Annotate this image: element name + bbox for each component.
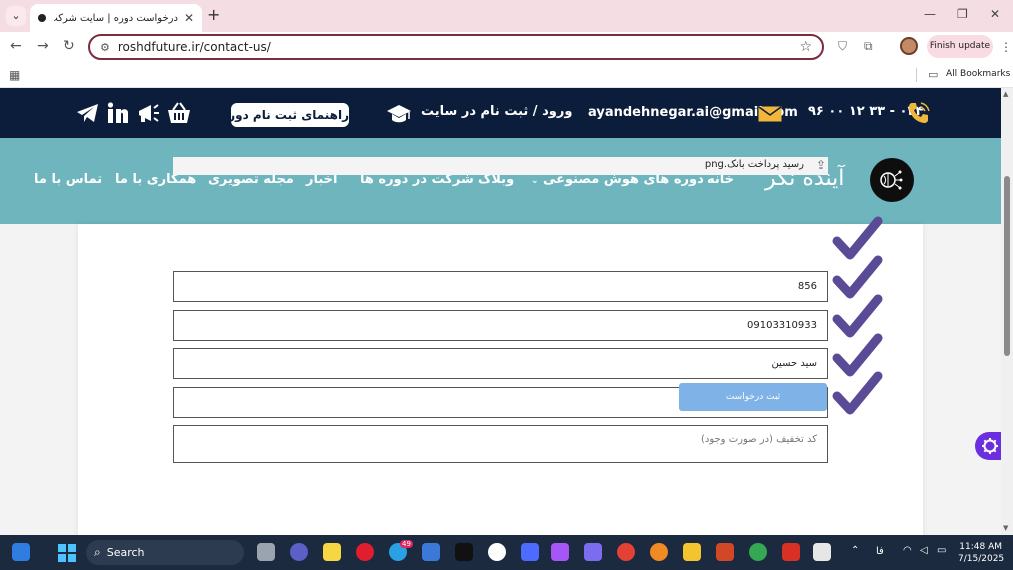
graduation-cap-icon	[387, 105, 411, 123]
mail-icon	[758, 106, 782, 122]
telegram-icon[interactable]	[76, 102, 100, 124]
tab-close-icon[interactable]: ✕	[184, 11, 194, 25]
form-field-phone[interactable]: 09103310933	[173, 310, 828, 341]
discount-code-field[interactable]: کد تخفیف (در صورت وجود)	[173, 425, 828, 463]
file-explorer-icon[interactable]	[683, 543, 701, 561]
reload-icon[interactable]: ↻	[63, 38, 75, 54]
uploaded-file-row[interactable]: ⇪ رسید پرداخت بانک.png	[173, 157, 828, 175]
scroll-up-icon[interactable]: ▲	[1003, 90, 1008, 98]
site-logo[interactable]	[870, 158, 914, 202]
tiktok-icon[interactable]	[455, 543, 473, 561]
back-arrow-icon[interactable]: ←	[10, 38, 22, 54]
scroll-thumb[interactable]	[1004, 176, 1010, 356]
powerpoint-icon[interactable]	[716, 543, 734, 561]
shopping-basket-icon[interactable]	[167, 102, 191, 124]
submit-request-button[interactable]: ثبت درخواست	[679, 383, 827, 411]
login-register-link[interactable]: ورود / ثبت نام در سایت	[421, 104, 572, 119]
gear-icon	[982, 438, 998, 454]
chrome-icon[interactable]	[617, 543, 635, 561]
browser-toolbar: ← → ↻ ⚙ roshdfuture.ir/contact-us/ ☆ ⛉ ⧉…	[0, 32, 1013, 62]
checkmark-icon	[832, 371, 883, 415]
tray-chevron-up-icon[interactable]: ⌃	[851, 545, 859, 556]
telegram-badge: 49	[400, 540, 413, 548]
chevron-down-icon[interactable]: ⌄	[531, 176, 539, 186]
search-label: Search	[106, 546, 145, 559]
phone-icon	[909, 102, 930, 123]
chatgpt-icon[interactable]	[488, 543, 506, 561]
app-star-icon[interactable]	[584, 543, 602, 561]
browser-tab-bar: ⌄ درخواست دوره | سایت شرکت فنا ✕ + — ❐ ✕	[0, 0, 1013, 32]
taskbar-search[interactable]: ⌕ Search	[86, 540, 244, 565]
site-top-bar: راهنمای ثبت نام دوره ورود / ثبت نام در س…	[0, 88, 1001, 138]
megaphone-icon[interactable]	[137, 102, 161, 124]
bookmarks-bar: ▦ ▭ All Bookmarks	[0, 62, 1013, 88]
tab-list-chevron-icon[interactable]: ⌄	[6, 6, 26, 26]
close-window-icon[interactable]: ✕	[990, 7, 1000, 21]
snipping-tool-icon[interactable]	[813, 543, 831, 561]
acrobat-icon[interactable]	[782, 543, 800, 561]
volume-icon[interactable]: ◁	[920, 545, 928, 556]
shield-extension-icon[interactable]: ⛉	[838, 39, 847, 54]
minimize-icon[interactable]: —	[924, 7, 936, 21]
wifi-icon[interactable]: ◠	[903, 545, 912, 556]
form-field-first-name[interactable]: سید حسین	[173, 348, 828, 379]
finish-update-button[interactable]: Finish update	[927, 35, 993, 58]
windows-taskbar: ⌕ Search 49 ⌃ فا ◠ ◁ ▭ 11:48 AM 7/15/202…	[0, 535, 1013, 570]
profile-avatar[interactable]	[900, 37, 918, 55]
url-text[interactable]: roshdfuture.ir/contact-us/	[118, 40, 800, 54]
copilot-icon[interactable]	[422, 543, 440, 561]
linkedin-icon[interactable]	[107, 102, 131, 124]
battery-icon[interactable]: ▭	[937, 545, 946, 556]
scroll-down-icon[interactable]: ▼	[1003, 524, 1008, 532]
restore-icon[interactable]: ❐	[957, 7, 968, 21]
app-orange-icon[interactable]	[650, 543, 668, 561]
tab-favicon-icon	[38, 14, 46, 22]
ai-brain-icon	[880, 170, 903, 190]
system-clock[interactable]: 11:48 AM 7/15/2025	[958, 541, 1005, 565]
nav-contact-us[interactable]: تماس با ما	[34, 172, 102, 187]
site-info-icon[interactable]: ⚙	[100, 41, 110, 54]
chrome-profile-icon[interactable]	[749, 543, 767, 561]
app-icon[interactable]	[551, 543, 569, 561]
task-view-icon[interactable]	[257, 543, 275, 561]
form-field-1[interactable]: 856	[173, 271, 828, 302]
opera-icon[interactable]	[356, 543, 374, 561]
sticky-notes-icon[interactable]	[323, 543, 341, 561]
widgets-icon[interactable]	[12, 543, 30, 561]
language-indicator[interactable]: فا	[876, 546, 884, 557]
address-bar[interactable]: ⚙ roshdfuture.ir/contact-us/ ☆	[88, 34, 824, 60]
uploaded-file-name: رسید پرداخت بانک.png	[704, 159, 804, 170]
browser-tab-active[interactable]: درخواست دوره | سایت شرکت فنا ✕	[30, 4, 202, 32]
extensions-puzzle-icon[interactable]: ⧉	[864, 39, 873, 54]
folder-icon[interactable]: ▭	[928, 68, 938, 81]
apps-grid-icon[interactable]: ▦	[9, 68, 20, 82]
bookmarks-divider	[916, 68, 917, 82]
windows-start-icon[interactable]	[58, 544, 76, 562]
all-bookmarks-link[interactable]: All Bookmarks	[946, 69, 1010, 79]
browser-menu-icon[interactable]: ⋮	[1000, 40, 1012, 54]
main-navigation: تماس با ما همکاری با ما مجله تصویری اخبا…	[0, 138, 1001, 224]
registration-guide-button[interactable]: راهنمای ثبت نام دوره	[221, 103, 349, 127]
search-icon: ⌕	[94, 545, 101, 559]
bookmark-star-icon[interactable]: ☆	[799, 39, 812, 55]
upload-icon[interactable]: ⇪	[816, 158, 826, 172]
new-tab-plus-icon[interactable]: +	[207, 6, 220, 24]
clock-time: 11:48 AM	[959, 542, 1002, 552]
clock-date: 7/15/2025	[958, 554, 1005, 564]
teams-icon[interactable]	[290, 543, 308, 561]
page-scrollbar[interactable]: ▲ ▼	[1001, 88, 1013, 535]
forward-arrow-icon[interactable]: →	[37, 38, 49, 54]
deepseek-icon[interactable]	[521, 543, 539, 561]
tab-title: درخواست دوره | سایت شرکت فنا	[54, 12, 178, 24]
